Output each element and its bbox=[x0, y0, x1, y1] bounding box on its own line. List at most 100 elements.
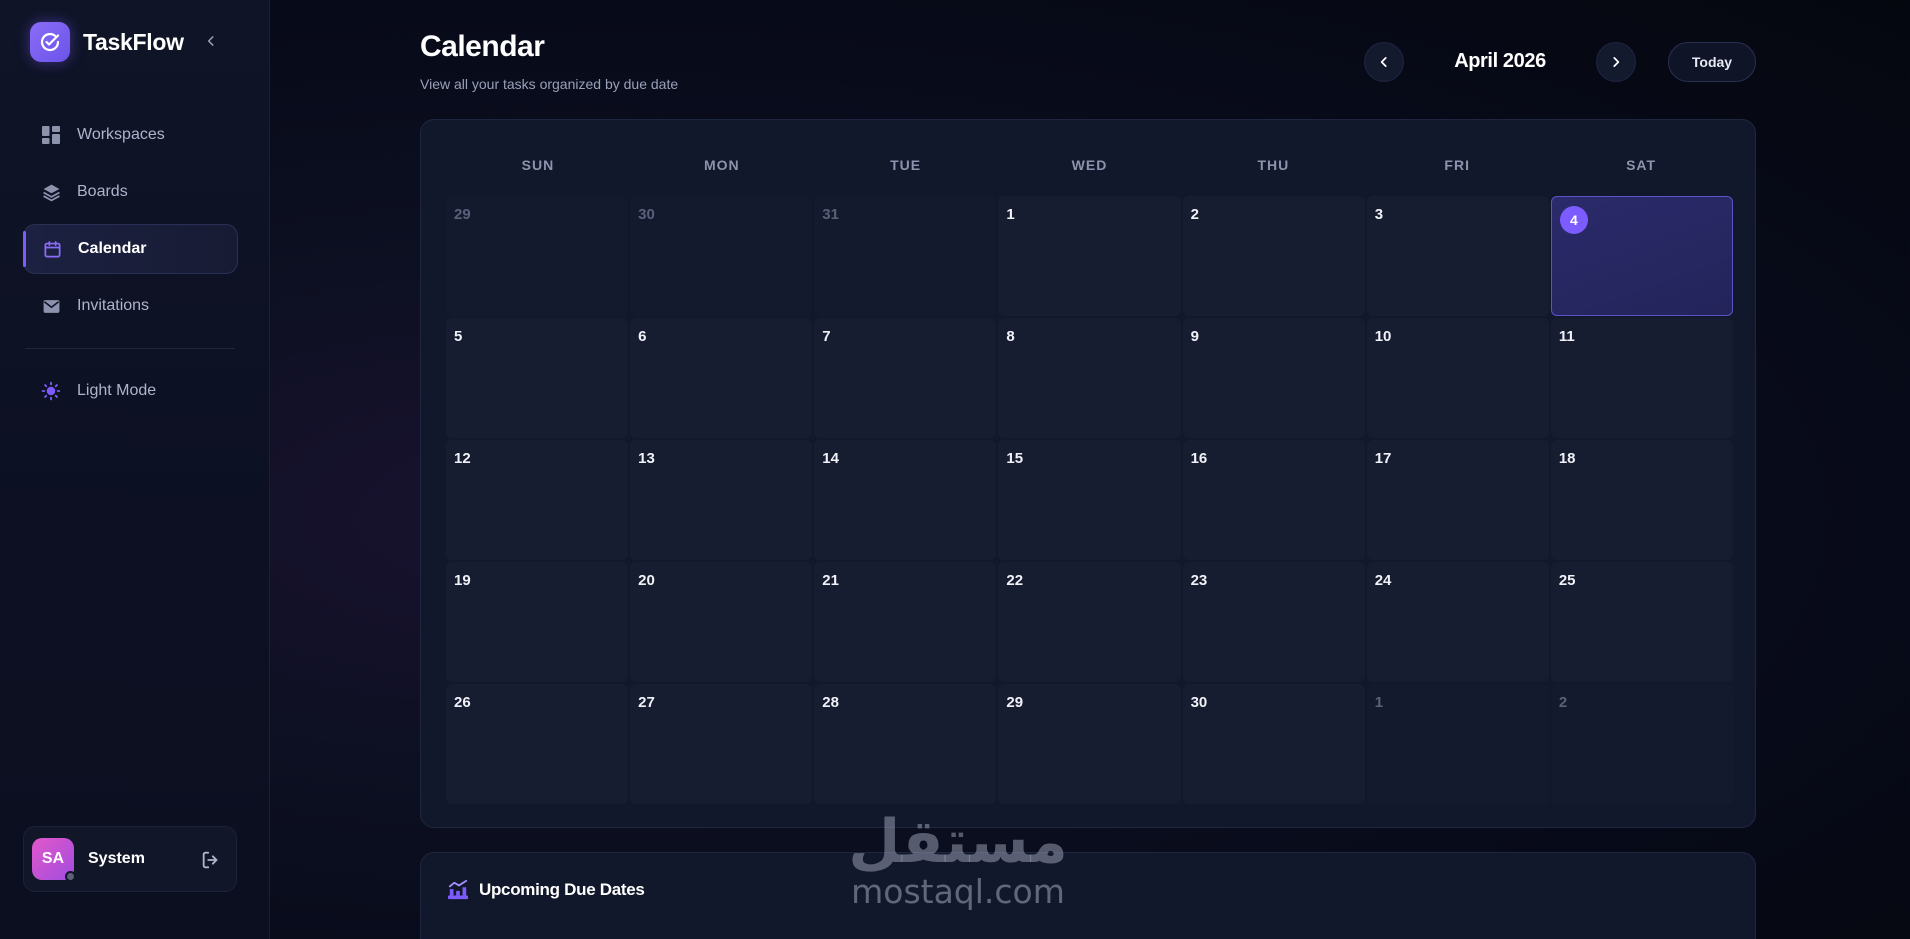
sidebar-item-calendar[interactable]: Calendar bbox=[23, 224, 238, 274]
calendar-day[interactable]: 28 bbox=[814, 684, 997, 804]
sidebar-nav: Workspaces Boards Calendar Invitations bbox=[23, 110, 238, 338]
today-button[interactable]: Today bbox=[1668, 42, 1756, 82]
day-number: 23 bbox=[1190, 572, 1208, 589]
day-number: 31 bbox=[822, 206, 839, 223]
day-number: 7 bbox=[822, 328, 831, 345]
calendar-day[interactable]: 30 bbox=[1182, 684, 1365, 804]
day-number: 18 bbox=[1558, 450, 1576, 467]
calendar-day[interactable]: 10 bbox=[1366, 318, 1549, 438]
day-number: 30 bbox=[1190, 694, 1208, 711]
calendar-grid: SUN MON TUE WED THU FRI SAT 29 30 31 1 2 3 4 5 6… bbox=[420, 119, 1756, 828]
weekday-header: SUN MON TUE WED THU FRI SAT bbox=[446, 157, 1733, 173]
brand-name: TaskFlow bbox=[83, 28, 184, 55]
nav-divider bbox=[25, 348, 235, 349]
current-month-label: April 2026 bbox=[1454, 50, 1546, 72]
calendar-day[interactable]: 31 bbox=[814, 196, 997, 316]
calendar-day[interactable]: 11 bbox=[1550, 318, 1733, 438]
day-grid: 29 30 31 1 2 3 4 5 6 7 8 9 10 11 12 13 14 15 16 17 18 19 20 21 2… bbox=[446, 196, 1733, 804]
theme-toggle: Light Mode bbox=[23, 366, 238, 423]
sidebar-item-workspaces[interactable]: Workspaces bbox=[23, 110, 238, 160]
calendar-day[interactable]: 21 bbox=[814, 562, 997, 682]
calendar-day[interactable]: 2 bbox=[1182, 196, 1365, 316]
sidebar-item-label: Workspaces bbox=[77, 126, 165, 143]
page-subtitle: View all your tasks organized by due dat… bbox=[420, 76, 679, 92]
avatar: SA bbox=[32, 838, 76, 882]
day-number: 12 bbox=[454, 450, 471, 467]
mail-icon bbox=[41, 296, 61, 316]
chevron-right-icon bbox=[1613, 57, 1620, 67]
sidebar-item-boards[interactable]: Boards bbox=[23, 167, 238, 217]
day-number: 14 bbox=[822, 450, 839, 467]
calendar-day[interactable]: 22 bbox=[998, 562, 1181, 682]
calendar-day[interactable]: 16 bbox=[1182, 440, 1365, 560]
calendar-day[interactable]: 5 bbox=[446, 318, 629, 438]
day-number: 26 bbox=[454, 694, 471, 711]
sidebar: TaskFlow Workspaces Boards Calendar Invi… bbox=[0, 0, 270, 939]
day-number: 16 bbox=[1190, 450, 1208, 467]
calendar-day[interactable]: 3 bbox=[1366, 196, 1549, 316]
day-number: 17 bbox=[1374, 450, 1392, 467]
calendar-day[interactable]: 8 bbox=[998, 318, 1181, 438]
sidebar-item-label: Calendar bbox=[78, 240, 147, 257]
calendar-day[interactable]: 2 bbox=[1550, 684, 1733, 804]
weekday-label: SUN bbox=[521, 157, 555, 173]
day-number: 1 bbox=[1006, 206, 1015, 223]
weekday-label: WED bbox=[1071, 157, 1108, 173]
day-number: 21 bbox=[822, 572, 839, 589]
day-number: 4 bbox=[1559, 206, 1588, 234]
chart-icon bbox=[448, 880, 468, 900]
layers-icon bbox=[41, 182, 61, 202]
calendar-day[interactable]: 24 bbox=[1366, 562, 1549, 682]
calendar-day[interactable]: 19 bbox=[446, 562, 629, 682]
calendar-day[interactable]: 9 bbox=[1182, 318, 1365, 438]
upcoming-header: Upcoming Due Dates bbox=[447, 880, 645, 900]
day-number: 1 bbox=[1374, 694, 1384, 711]
calendar-day[interactable]: 7 bbox=[814, 318, 997, 438]
calendar-day[interactable]: 18 bbox=[1550, 440, 1733, 560]
calendar-day-today[interactable]: 4 bbox=[1550, 196, 1733, 316]
calendar-day[interactable]: 29 bbox=[998, 684, 1181, 804]
day-number: 27 bbox=[638, 694, 655, 711]
upcoming-due-dates-panel: Upcoming Due Dates bbox=[420, 852, 1756, 939]
day-number: 29 bbox=[1006, 694, 1024, 711]
weekday-label: TUE bbox=[890, 157, 922, 173]
day-number: 5 bbox=[454, 328, 463, 345]
day-number: 6 bbox=[638, 328, 647, 345]
next-month-button[interactable] bbox=[1596, 42, 1636, 82]
brand[interactable]: TaskFlow bbox=[30, 22, 184, 62]
sidebar-item-invitations[interactable]: Invitations bbox=[23, 281, 238, 331]
user-card[interactable]: SA System bbox=[23, 826, 237, 892]
weekday-label: SAT bbox=[1626, 157, 1657, 173]
day-number: 29 bbox=[454, 206, 471, 223]
light-mode-toggle[interactable]: Light Mode bbox=[23, 366, 238, 416]
calendar-day[interactable]: 13 bbox=[630, 440, 813, 560]
calendar-day[interactable]: 20 bbox=[630, 562, 813, 682]
weekday-label: MON bbox=[703, 157, 740, 173]
calendar-day[interactable]: 14 bbox=[814, 440, 997, 560]
calendar-day[interactable]: 30 bbox=[630, 196, 813, 316]
calendar-day[interactable]: 23 bbox=[1182, 562, 1365, 682]
previous-month-button[interactable] bbox=[1364, 42, 1404, 82]
calendar-day[interactable]: 27 bbox=[630, 684, 813, 804]
calendar-day[interactable]: 15 bbox=[998, 440, 1181, 560]
logout-button[interactable] bbox=[200, 849, 222, 871]
day-number: 3 bbox=[1374, 206, 1384, 223]
calendar-day[interactable]: 1 bbox=[998, 196, 1181, 316]
calendar-day[interactable]: 25 bbox=[1550, 562, 1733, 682]
calendar-day[interactable]: 12 bbox=[446, 440, 629, 560]
calendar-day[interactable]: 26 bbox=[446, 684, 629, 804]
grid-icon bbox=[41, 125, 61, 145]
day-number: 24 bbox=[1374, 572, 1392, 589]
day-number: 11 bbox=[1558, 328, 1575, 345]
day-number: 13 bbox=[638, 450, 655, 467]
chevron-left-icon bbox=[1380, 57, 1387, 67]
chevron-left-icon bbox=[207, 36, 214, 46]
calendar-day[interactable]: 29 bbox=[446, 196, 629, 316]
collapse-sidebar-button[interactable] bbox=[200, 30, 222, 52]
sun-icon bbox=[41, 381, 61, 401]
weekday-label: FRI bbox=[1444, 157, 1470, 173]
calendar-day[interactable]: 1 bbox=[1366, 684, 1549, 804]
calendar-day[interactable]: 17 bbox=[1366, 440, 1549, 560]
day-number: 2 bbox=[1190, 206, 1199, 223]
calendar-day[interactable]: 6 bbox=[630, 318, 813, 438]
